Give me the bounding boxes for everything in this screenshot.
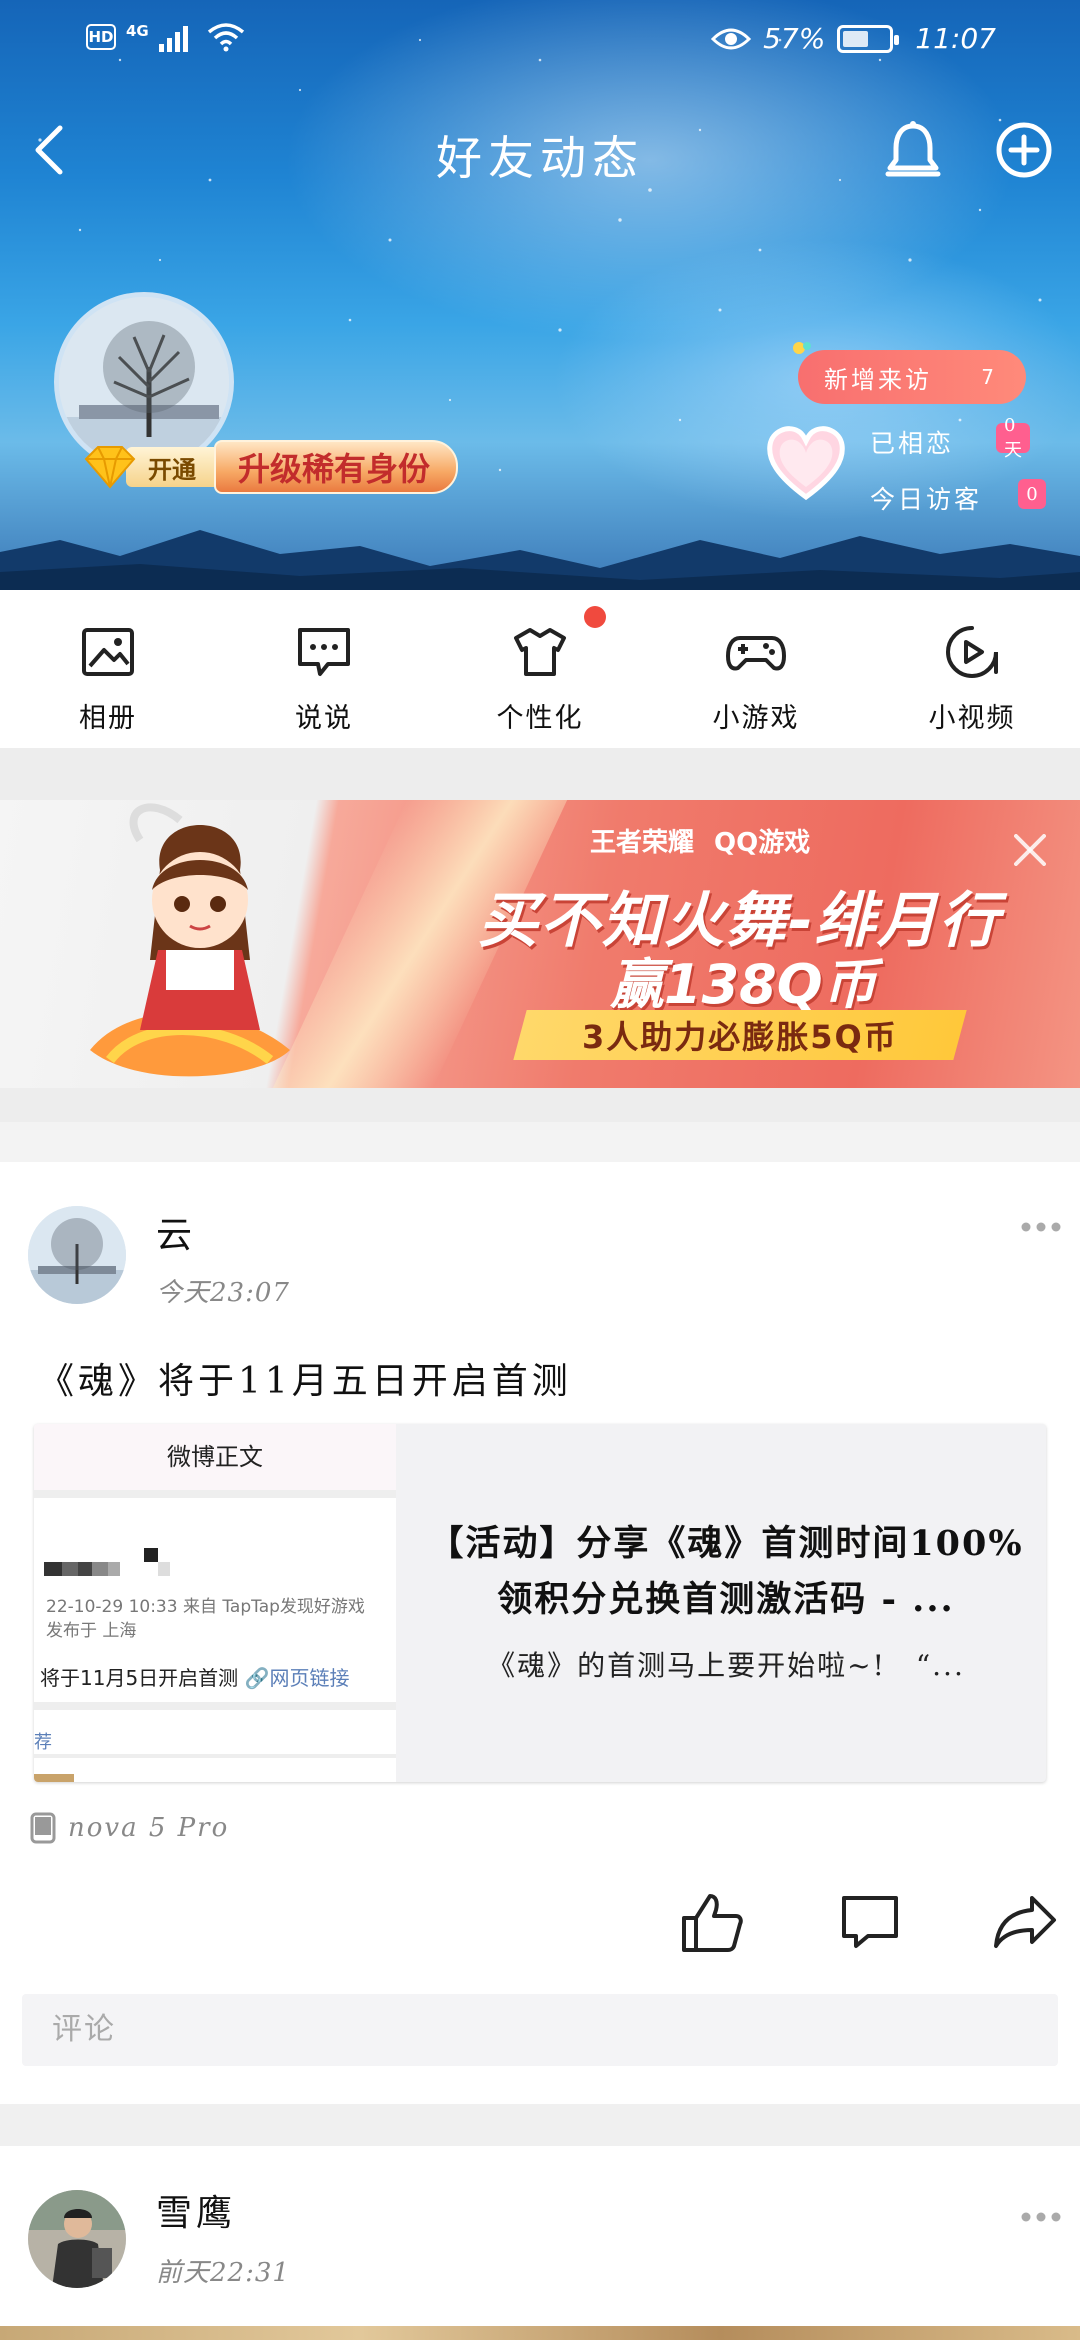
- close-icon[interactable]: [1010, 830, 1050, 870]
- sponsor-qq-games: QQ游戏: [714, 828, 811, 858]
- post-device: nova 5 Pro: [30, 1812, 229, 1844]
- post-timestamp: 今天23:07: [156, 1278, 290, 1308]
- love-label: 已相恋: [870, 429, 955, 458]
- post-image-preview[interactable]: [0, 2326, 1080, 2340]
- post-author-avatar[interactable]: [28, 2190, 126, 2288]
- section-divider: [0, 1088, 1080, 1162]
- wifi-icon: [207, 23, 244, 52]
- nav-bar: 好友动态: [0, 100, 1080, 200]
- quick-nav-minigame[interactable]: 小游戏: [648, 590, 864, 748]
- thumbnail-web-link: 网页链接: [269, 1666, 350, 1690]
- vip-badge[interactable]: 开通 升级稀有身份: [80, 440, 459, 494]
- battery-icon: [837, 24, 900, 53]
- message-icon: [298, 628, 350, 676]
- eye-icon: [711, 28, 752, 49]
- avatar-snow-tree-image: [28, 1206, 126, 1304]
- feed-post: 雪鹰 前天22:31: [0, 2146, 1080, 2340]
- post-author-avatar[interactable]: [28, 1206, 126, 1304]
- today-visitors-row[interactable]: 今日访客 0: [870, 479, 1046, 516]
- add-circle-icon[interactable]: [994, 120, 1054, 180]
- post-timestamp: 前天22:31: [156, 2258, 290, 2288]
- thumbnail-lead-text: 将于11月5日开启首测 🔗网页链接: [40, 1662, 349, 1691]
- quick-nav-label: 小视频: [928, 703, 1016, 734]
- vip-upgrade-label: 升级稀有身份: [214, 440, 459, 494]
- signal-icon: [158, 26, 188, 52]
- thumbnail-lead: 将于11月5日开启首测: [40, 1666, 239, 1690]
- comment-icon[interactable]: [838, 1894, 902, 1950]
- bell-icon[interactable]: [880, 118, 946, 184]
- quick-nav-label: 相册: [79, 703, 137, 734]
- today-visitors-label: 今日访客: [870, 485, 983, 514]
- new-visits-count: 7: [981, 365, 994, 389]
- hd-indicator: HD: [86, 24, 116, 50]
- love-status-row[interactable]: 已相恋 0天: [870, 415, 1030, 461]
- quick-nav-label: 个性化: [496, 703, 584, 734]
- quick-nav: 相册 说说 个性化 小游戏 小视频: [0, 590, 1080, 748]
- diamond-icon: [84, 446, 136, 489]
- redacted-username: [44, 1548, 170, 1576]
- gamepad-icon: [726, 636, 786, 671]
- section-divider: [0, 748, 1080, 800]
- status-bar: HD 4G 57% 11:07: [0, 0, 1080, 80]
- more-options-icon[interactable]: [1020, 2210, 1062, 2224]
- post-author-name[interactable]: 雪鹰: [156, 2184, 236, 2236]
- link-card-title: 【活动】分享《魂》首测时间100%领积分兑换首测激活码 - ...: [428, 1523, 1024, 1620]
- banner-boost: 3人助力必膨胀5Q币: [513, 1010, 967, 1060]
- today-visitors-badge: 0: [1018, 479, 1046, 509]
- ad-banner[interactable]: 王者荣耀 QQ游戏 买不知火舞-绯月行 赢138Q币 3人助力必膨胀5Q币: [0, 800, 1080, 1088]
- thumbnail-divider: [34, 1490, 396, 1498]
- clock: 11:07: [915, 22, 996, 55]
- thumbnail-header: 微博正文: [34, 1424, 396, 1490]
- quick-nav-shuoshuo[interactable]: 说说: [216, 590, 432, 748]
- thumbnail-meta-time: 22-10-29 10:33 来自 TapTap发现好游戏: [46, 1597, 365, 1617]
- quick-nav-personalize[interactable]: 个性化: [432, 590, 648, 748]
- shared-link-card[interactable]: 微博正文 22-10-29 10:33 来自 TapTap发现好游戏 发布于 上…: [34, 1424, 1046, 1782]
- quick-nav-album[interactable]: 相册: [0, 590, 216, 748]
- phone-icon: [30, 1812, 56, 1844]
- thumbnail-recommend: 荐: [34, 1732, 52, 1753]
- link-icon: 🔗: [244, 1666, 270, 1690]
- battery-fill: [843, 30, 869, 47]
- link-thumbnail: 微博正文 22-10-29 10:33 来自 TapTap发现好游戏 发布于 上…: [34, 1424, 396, 1782]
- quick-nav-label: 说说: [295, 703, 353, 734]
- link-card-description: 《魂》的首测马上要开始啦~! “...: [487, 1649, 965, 1682]
- post-text: 《魂》将于11月五日开启首测: [38, 1361, 572, 1402]
- heart-icon[interactable]: [766, 425, 846, 501]
- avatar-person-image: [28, 2190, 126, 2288]
- post-author-name[interactable]: 云: [156, 1206, 196, 1258]
- notification-dot: [584, 606, 606, 628]
- banner-prize: 赢138Q币: [610, 953, 877, 1016]
- sponsor-honor-of-kings: 王者荣耀: [590, 828, 695, 858]
- banner-character-illustration: [90, 803, 290, 1077]
- photo-album-icon: [82, 628, 134, 676]
- profile-cover[interactable]: HD 4G 57% 11:07 好友动态 开通 升级稀有身份 新增来访 7 已相…: [0, 0, 1080, 590]
- thumbnail-divider: [34, 1754, 396, 1758]
- quick-nav-shortvideo[interactable]: 小视频: [864, 590, 1080, 748]
- thumbnail-footer-image: [34, 1774, 74, 1782]
- new-visits-label: 新增来访: [824, 365, 932, 394]
- thumbnail-divider: [34, 1702, 396, 1710]
- section-divider: [0, 2104, 1080, 2146]
- battery-percent: 57%: [763, 22, 826, 55]
- share-icon[interactable]: [992, 1894, 1058, 1950]
- tshirt-icon: [514, 628, 566, 676]
- quick-nav-label: 小游戏: [712, 703, 800, 734]
- more-options-icon[interactable]: [1020, 1220, 1062, 1234]
- love-days-badge: 0天: [996, 415, 1030, 461]
- video-play-icon: [946, 626, 998, 678]
- network-type: 4G: [126, 22, 149, 40]
- banner-boost-text: 3人助力必膨胀5Q币: [582, 1018, 898, 1056]
- thumbnail-meta-location: 发布于 上海: [46, 1621, 137, 1641]
- mountain-silhouette: [0, 530, 1080, 590]
- new-visits-button[interactable]: 新增来访 7: [798, 350, 1026, 404]
- like-icon[interactable]: [680, 1890, 744, 1954]
- banner-sponsors: 王者荣耀 QQ游戏: [590, 822, 810, 859]
- device-name: nova 5 Pro: [68, 1813, 230, 1843]
- comment-input[interactable]: 评论: [22, 1994, 1058, 2066]
